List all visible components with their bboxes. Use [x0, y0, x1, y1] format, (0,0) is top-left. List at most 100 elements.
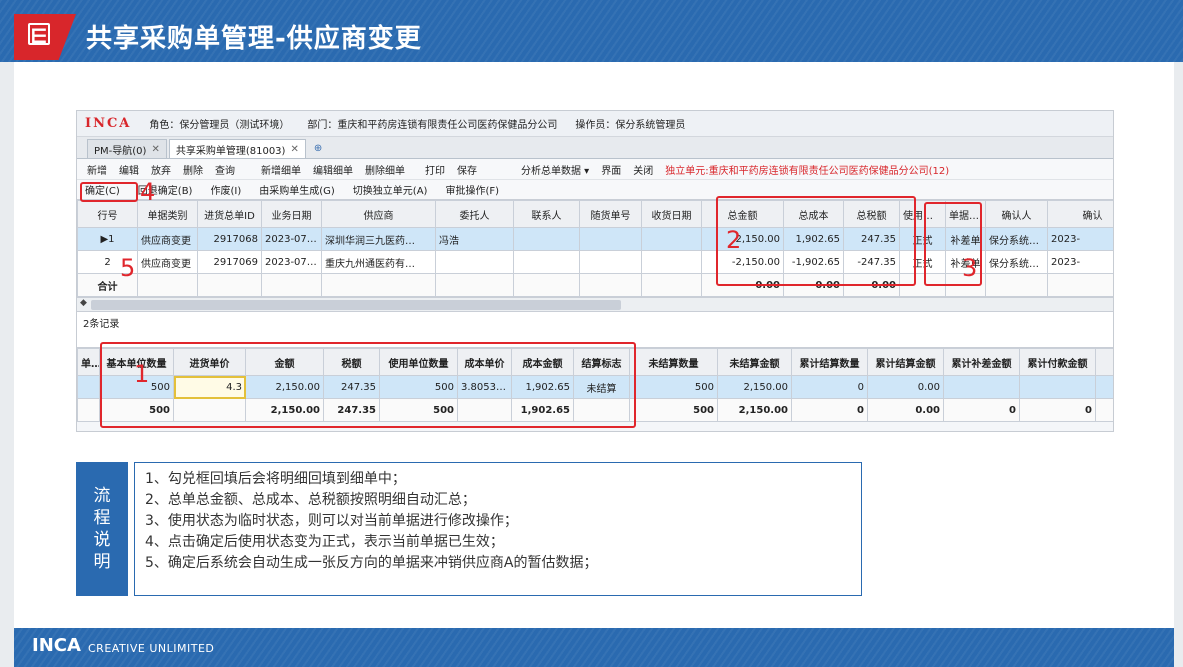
column-header[interactable]: 进货总单ID — [197, 200, 262, 228]
grid-cell[interactable] — [513, 250, 580, 274]
column-header[interactable]: 单价 — [77, 348, 100, 376]
column-header[interactable]: 业务日期 — [261, 200, 322, 228]
grid-cell[interactable]: 0 — [943, 398, 1020, 422]
grid-cell[interactable] — [321, 273, 436, 297]
grid-cell[interactable]: 0.00 — [867, 398, 944, 422]
new-button[interactable]: 新增 — [87, 162, 107, 177]
column-header[interactable]: 累计结算金额 — [867, 348, 944, 376]
save-button[interactable]: 保存 — [457, 162, 477, 177]
grid-cell[interactable] — [579, 250, 642, 274]
column-header[interactable]: 确认人 — [985, 200, 1048, 228]
grid-cell[interactable]: 供应商变更 — [137, 227, 198, 251]
grid-cell[interactable] — [1047, 273, 1113, 297]
grid-cell[interactable]: 冯浩 — [435, 227, 514, 251]
grid-cell[interactable] — [513, 227, 580, 251]
scroll-left-icon[interactable]: ◆ — [80, 298, 87, 308]
column-header[interactable]: 累计付款金额 — [1019, 348, 1096, 376]
grid-cell[interactable]: 2023-07-10 — [261, 250, 322, 274]
column-header[interactable]: 累计补差金额 — [943, 348, 1020, 376]
grid-cell[interactable] — [641, 250, 702, 274]
horizontal-scrollbar[interactable]: ◆ — [77, 297, 1113, 312]
grid-cell[interactable]: 0.00 — [867, 375, 944, 399]
flow-item: 5、确定后系统会自动生成一张反方向的单据来冲销供应商A的暂估数据； — [145, 555, 598, 571]
tab-label: 共享采购单管理(81003) — [175, 145, 286, 157]
column-header[interactable]: 未结算数量 — [629, 348, 718, 376]
tab-label: PM-导航(0) — [94, 145, 147, 157]
grid-cell[interactable]: 500 — [629, 375, 718, 399]
grid-cell[interactable] — [579, 273, 642, 297]
grid-cell[interactable] — [137, 273, 198, 297]
grid-cell[interactable]: 重庆九州通医药有… — [321, 250, 436, 274]
new-detail-button[interactable]: 新增细单 — [261, 162, 301, 177]
grid-cell[interactable] — [197, 273, 262, 297]
edit-detail-button[interactable]: 编辑细单 — [313, 162, 353, 177]
grid-cell[interactable] — [435, 273, 514, 297]
flow-label-char: 明 — [93, 552, 111, 572]
analyze-dropdown[interactable]: 分析总单数据 ▾ — [521, 162, 589, 177]
grid-cell[interactable] — [77, 398, 100, 422]
column-header[interactable]: 收货日期 — [641, 200, 702, 228]
grid-cell[interactable] — [1019, 375, 1096, 399]
grid-cell[interactable] — [641, 227, 702, 251]
grid-cell[interactable]: 0 — [791, 398, 868, 422]
add-tab-icon[interactable]: ⊕ — [308, 139, 328, 158]
column-header[interactable]: 最 — [1095, 348, 1113, 376]
generate-from-po-button[interactable]: 由采购单生成(G) — [259, 182, 335, 197]
scrollbar-thumb[interactable] — [91, 300, 621, 310]
grid-cell[interactable] — [1095, 398, 1113, 422]
footer-brand: INCA — [32, 635, 81, 656]
grid-cell[interactable]: 2023- — [1047, 227, 1113, 251]
grid-cell[interactable] — [943, 375, 1020, 399]
print-button[interactable]: 打印 — [425, 162, 445, 177]
void-button[interactable]: 作废(I) — [210, 182, 241, 197]
record-count: 2条记录 — [77, 312, 1113, 332]
discard-button[interactable]: 放弃 — [151, 162, 171, 177]
grid-cell[interactable]: 2023-07-10 — [261, 227, 322, 251]
grid-cell[interactable] — [435, 250, 514, 274]
column-header[interactable]: 未结算金额 — [717, 348, 792, 376]
close-icon[interactable]: ✕ — [151, 144, 159, 155]
app-info-bar: INCA 角色：保分管理员（测试环境） 部门：重庆和平药房连锁有限责任公司医药保… — [77, 111, 1113, 137]
edit-button[interactable]: 编辑 — [119, 162, 139, 177]
query-button[interactable]: 查询 — [215, 162, 235, 177]
grid-cell[interactable]: 0 — [791, 375, 868, 399]
column-header[interactable]: 委托人 — [435, 200, 514, 228]
column-header[interactable]: 累计结算数量 — [791, 348, 868, 376]
grid-cell[interactable] — [513, 273, 580, 297]
grid-cell[interactable] — [641, 273, 702, 297]
grid-cell[interactable]: 2,150.00 — [717, 375, 792, 399]
interface-button[interactable]: 界面 — [601, 162, 621, 177]
column-header[interactable]: 行号 — [77, 200, 138, 228]
grid-cell[interactable]: 2,150.00 — [717, 398, 792, 422]
close-icon[interactable]: ✕ — [290, 144, 298, 155]
delete-detail-button[interactable]: 删除细单 — [365, 162, 405, 177]
grid-cell[interactable]: 保分系统… — [985, 227, 1048, 251]
column-header[interactable]: 确认 — [1047, 200, 1113, 228]
grid-cell[interactable]: 500 — [629, 398, 718, 422]
grid-cell[interactable]: 2023- — [1047, 250, 1113, 274]
column-header[interactable]: 随货单号 — [579, 200, 642, 228]
column-header[interactable]: 供应商 — [321, 200, 436, 228]
delete-button[interactable]: 删除 — [183, 162, 203, 177]
approval-button[interactable]: 审批操作(F) — [445, 182, 499, 197]
close-button[interactable]: 关闭 — [633, 162, 653, 177]
grid-cell[interactable]: 深圳华润三九医药… — [321, 227, 436, 251]
grid-cell[interactable] — [579, 227, 642, 251]
grid-cell[interactable]: 2917068 — [197, 227, 262, 251]
switch-unit-button[interactable]: 切换独立单元(A) — [353, 182, 428, 197]
flow-item: 4、点击确定后使用状态变为正式，表示当前单据已生效； — [145, 534, 504, 550]
grid-cell[interactable] — [261, 273, 322, 297]
grid-cell[interactable]: 0 — [1019, 398, 1096, 422]
grid-cell[interactable] — [77, 375, 100, 399]
grid-cell[interactable] — [1095, 375, 1113, 399]
tab-navigation[interactable]: PM-导航(0) ✕ — [87, 139, 167, 158]
tab-purchase-order[interactable]: 共享采购单管理(81003) ✕ — [168, 139, 306, 158]
grid-cell[interactable]: 2917069 — [197, 250, 262, 274]
grid-cell[interactable] — [985, 273, 1048, 297]
grid-cell[interactable]: 保分系统… — [985, 250, 1048, 274]
grid-cell[interactable]: ▶1 — [77, 227, 138, 251]
annotation-box-2 — [716, 196, 916, 286]
column-header[interactable]: 联系人 — [513, 200, 580, 228]
grid-cell[interactable]: 供应商变更 — [137, 250, 198, 274]
app-logo: INCA — [85, 116, 132, 131]
